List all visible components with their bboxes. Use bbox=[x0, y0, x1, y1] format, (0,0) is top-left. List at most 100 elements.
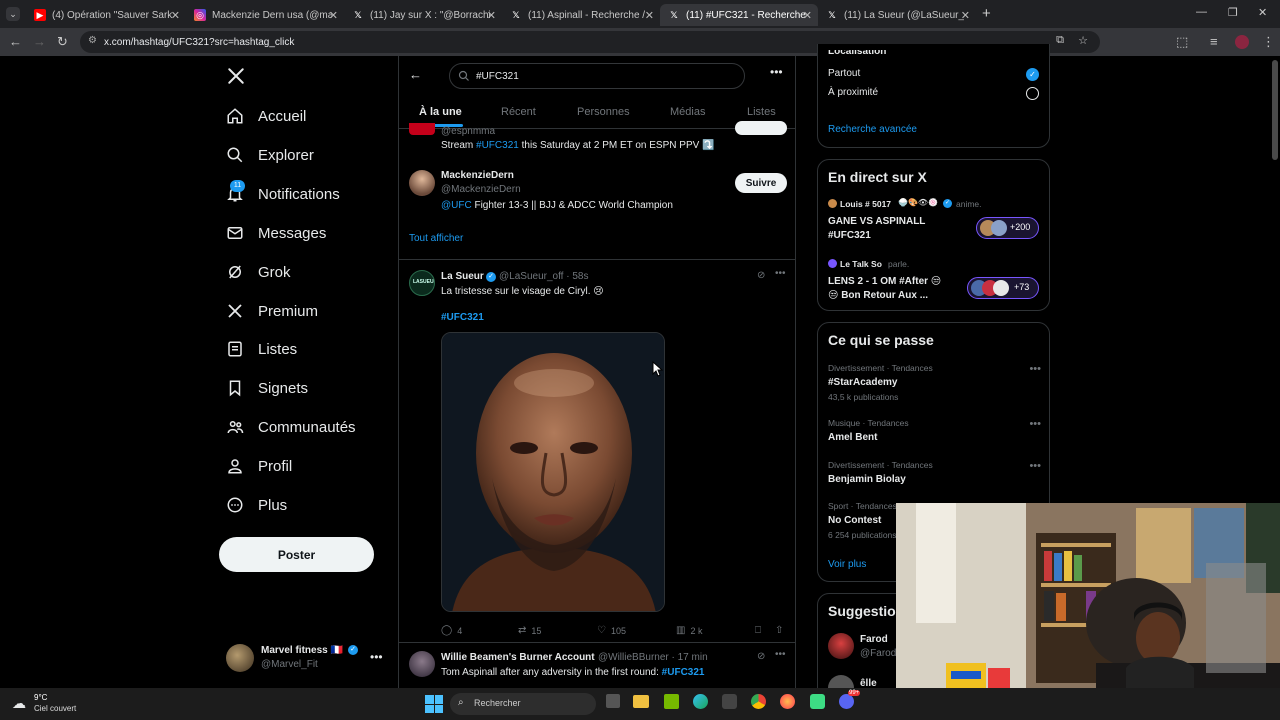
profile-avatar-icon[interactable] bbox=[1235, 35, 1249, 49]
page-scrollbar[interactable] bbox=[1272, 60, 1278, 160]
tab-x-ufc321[interactable]: 𝕏 (11) #UFC321 - Recherche / X ✕ bbox=[660, 4, 818, 26]
account-switcher[interactable]: Marvel fitness 🇫🇷 ✓ @Marvel_Fit ••• bbox=[222, 640, 387, 678]
close-icon[interactable]: ✕ bbox=[487, 9, 496, 22]
nav-explorer[interactable]: Explorer bbox=[226, 140, 314, 170]
tweet-lasueur[interactable]: LASUEUR La Sueur ✓ @LaSueur_off · 58s ⊘ … bbox=[399, 260, 795, 640]
extensions-icon[interactable]: ⬚ bbox=[1176, 34, 1188, 50]
tab-search-icon[interactable]: ⌄ bbox=[6, 7, 20, 21]
forward-icon[interactable]: → bbox=[33, 34, 46, 49]
more-horizontal-icon[interactable]: ••• bbox=[770, 65, 783, 79]
mention-link[interactable]: @UFC bbox=[441, 200, 472, 211]
nav-notifications[interactable]: Notifications 11 bbox=[226, 179, 340, 209]
tab-x-aspinall[interactable]: 𝕏 (11) Aspinall - Recherche / X ✕ bbox=[502, 4, 660, 26]
bookmark-star-icon[interactable]: ☆ bbox=[1078, 34, 1088, 47]
reload-icon[interactable]: ↻ bbox=[57, 34, 68, 50]
site-info-icon[interactable]: ⚙ bbox=[88, 35, 97, 46]
hashtag-link[interactable]: #UFC321 bbox=[662, 667, 705, 678]
grok-icon[interactable]: ⊘ bbox=[757, 651, 765, 662]
tweet-handle[interactable]: @LaSueur_off bbox=[499, 271, 563, 282]
taskbar-search[interactable]: ⌕ Rechercher bbox=[450, 693, 596, 715]
tab-instagram[interactable]: ◎ Mackenzie Dern usa (@macke ✕ bbox=[186, 4, 344, 26]
nav-listes[interactable]: Listes bbox=[226, 334, 297, 364]
person-cell-espn[interactable]: @espnmma Stream #UFC321 this Saturday at… bbox=[399, 121, 795, 159]
close-window-icon[interactable]: ✕ bbox=[1258, 6, 1267, 19]
show-more-link[interactable]: Voir plus bbox=[828, 559, 866, 570]
store-icon[interactable] bbox=[722, 694, 737, 709]
live-listeners-pill[interactable]: +200 bbox=[976, 217, 1039, 239]
tweet-image[interactable] bbox=[441, 332, 665, 612]
back-arrow-icon[interactable]: ← bbox=[409, 67, 422, 82]
trend-item[interactable]: Musique · Tendances Amel Bent ••• bbox=[818, 416, 1051, 448]
minimize-icon[interactable]: — bbox=[1196, 6, 1207, 18]
nav-premium[interactable]: Premium bbox=[226, 296, 318, 326]
tab-recent[interactable]: Récent bbox=[501, 106, 536, 118]
firefox-icon[interactable] bbox=[780, 694, 795, 709]
person-cell-dern[interactable]: MackenzieDern @MackenzieDern Suivre @UFC… bbox=[399, 164, 795, 214]
more-horizontal-icon[interactable]: ••• bbox=[775, 268, 786, 279]
more-horizontal-icon[interactable]: ••• bbox=[370, 650, 383, 664]
file-explorer-icon[interactable] bbox=[633, 695, 649, 708]
nav-signets[interactable]: Signets bbox=[226, 373, 308, 403]
radio-unchecked-icon[interactable] bbox=[1026, 87, 1039, 100]
tab-medias[interactable]: Médias bbox=[670, 106, 705, 118]
tab-youtube[interactable]: ▶ (4) Opération "Sauver Sarko", le ✕ bbox=[26, 4, 186, 26]
live-item-2[interactable]: Le Talk So parle. LENS 2 - 1 OM #After 😒… bbox=[818, 256, 1051, 308]
location-option-everywhere[interactable]: Partout bbox=[828, 68, 860, 79]
nvidia-icon[interactable] bbox=[664, 694, 679, 709]
tab-x-jay[interactable]: 𝕏 (11) Jay sur X : "@Borrachinhal ✕ bbox=[344, 4, 502, 26]
live-item-1[interactable]: Louis # 5017 🍚🎨👁🍥 ✓ anime. GANE VS ASPIN… bbox=[818, 196, 1051, 248]
tab-a-la-une[interactable]: À la une bbox=[419, 106, 462, 118]
reply-button[interactable]: ◯ 4 bbox=[441, 625, 462, 636]
show-all-link[interactable]: Tout afficher bbox=[409, 233, 463, 244]
tab-personnes[interactable]: Personnes bbox=[577, 106, 630, 118]
close-icon[interactable]: ✕ bbox=[803, 9, 812, 22]
share-icon[interactable]: ⇧ bbox=[775, 625, 783, 636]
chrome-icon[interactable] bbox=[751, 694, 766, 709]
windows-start-icon[interactable] bbox=[425, 695, 443, 713]
tweet-handle[interactable]: @WillieBBurner bbox=[598, 652, 669, 663]
restore-icon[interactable]: ❐ bbox=[1228, 6, 1238, 19]
advanced-search-link[interactable]: Recherche avancée bbox=[828, 124, 917, 135]
back-icon[interactable]: ← bbox=[9, 34, 22, 49]
edge-icon[interactable] bbox=[693, 694, 708, 709]
trend-item[interactable]: Divertissement · Tendances Benjamin Biol… bbox=[818, 458, 1051, 490]
close-icon[interactable]: ✕ bbox=[645, 9, 654, 22]
nav-plus[interactable]: Plus bbox=[226, 490, 287, 520]
browser-menu-icon[interactable]: ⋮ bbox=[1262, 34, 1275, 50]
views-button[interactable]: ▥ 2 k bbox=[676, 625, 702, 636]
more-horizontal-icon[interactable]: ••• bbox=[1029, 418, 1041, 430]
post-button[interactable]: Poster bbox=[219, 537, 374, 572]
location-option-nearby[interactable]: À proximité bbox=[828, 87, 878, 98]
follow-button[interactable] bbox=[735, 121, 787, 135]
follow-button[interactable]: Suivre bbox=[735, 173, 787, 193]
x-logo-icon[interactable] bbox=[227, 67, 245, 85]
nav-communautes[interactable]: Communautés bbox=[226, 412, 356, 442]
bookmark-icon[interactable]: ⎕ bbox=[755, 625, 761, 636]
tab-x-lasueur[interactable]: 𝕏 (11) La Sueur (@LaSueur_off) / ✕ bbox=[818, 4, 976, 26]
tweet-time[interactable]: · 17 min bbox=[672, 652, 708, 663]
tweet-willie[interactable]: Willie Beamen's Burner Account @WillieBB… bbox=[399, 643, 795, 688]
live-listeners-pill[interactable]: +73 bbox=[967, 277, 1039, 299]
more-horizontal-icon[interactable]: ••• bbox=[1029, 460, 1041, 472]
hashtag-link[interactable]: #UFC321 bbox=[476, 140, 519, 151]
nav-grok[interactable]: Grok bbox=[226, 257, 291, 287]
hashtag-link[interactable]: #UFC321 bbox=[441, 312, 484, 323]
search-input[interactable]: #UFC321 bbox=[449, 63, 745, 89]
like-button[interactable]: ♡ 105 bbox=[597, 625, 626, 636]
weather-icon[interactable]: ☁ bbox=[12, 695, 26, 712]
tweet-time[interactable]: · 58s bbox=[566, 271, 588, 282]
trend-item[interactable]: Divertissement · Tendances #StarAcademy … bbox=[818, 361, 1051, 406]
reading-list-icon[interactable]: ≡ bbox=[1210, 34, 1218, 49]
radio-checked-icon[interactable]: ✓ bbox=[1026, 68, 1039, 81]
close-icon[interactable]: ✕ bbox=[329, 9, 338, 22]
nav-accueil[interactable]: Accueil bbox=[226, 101, 306, 131]
nav-profil[interactable]: Profil bbox=[226, 451, 292, 481]
grok-icon[interactable]: ⊘ bbox=[757, 270, 765, 281]
tab-listes[interactable]: Listes bbox=[747, 106, 776, 118]
new-tab-icon[interactable]: + bbox=[982, 5, 991, 22]
install-app-icon[interactable]: ⧉ bbox=[1056, 34, 1064, 47]
retweet-button[interactable]: ⇄ 15 bbox=[518, 625, 541, 636]
more-horizontal-icon[interactable]: ••• bbox=[1029, 363, 1041, 375]
app-icon[interactable] bbox=[810, 694, 825, 709]
close-icon[interactable]: ✕ bbox=[171, 9, 180, 22]
